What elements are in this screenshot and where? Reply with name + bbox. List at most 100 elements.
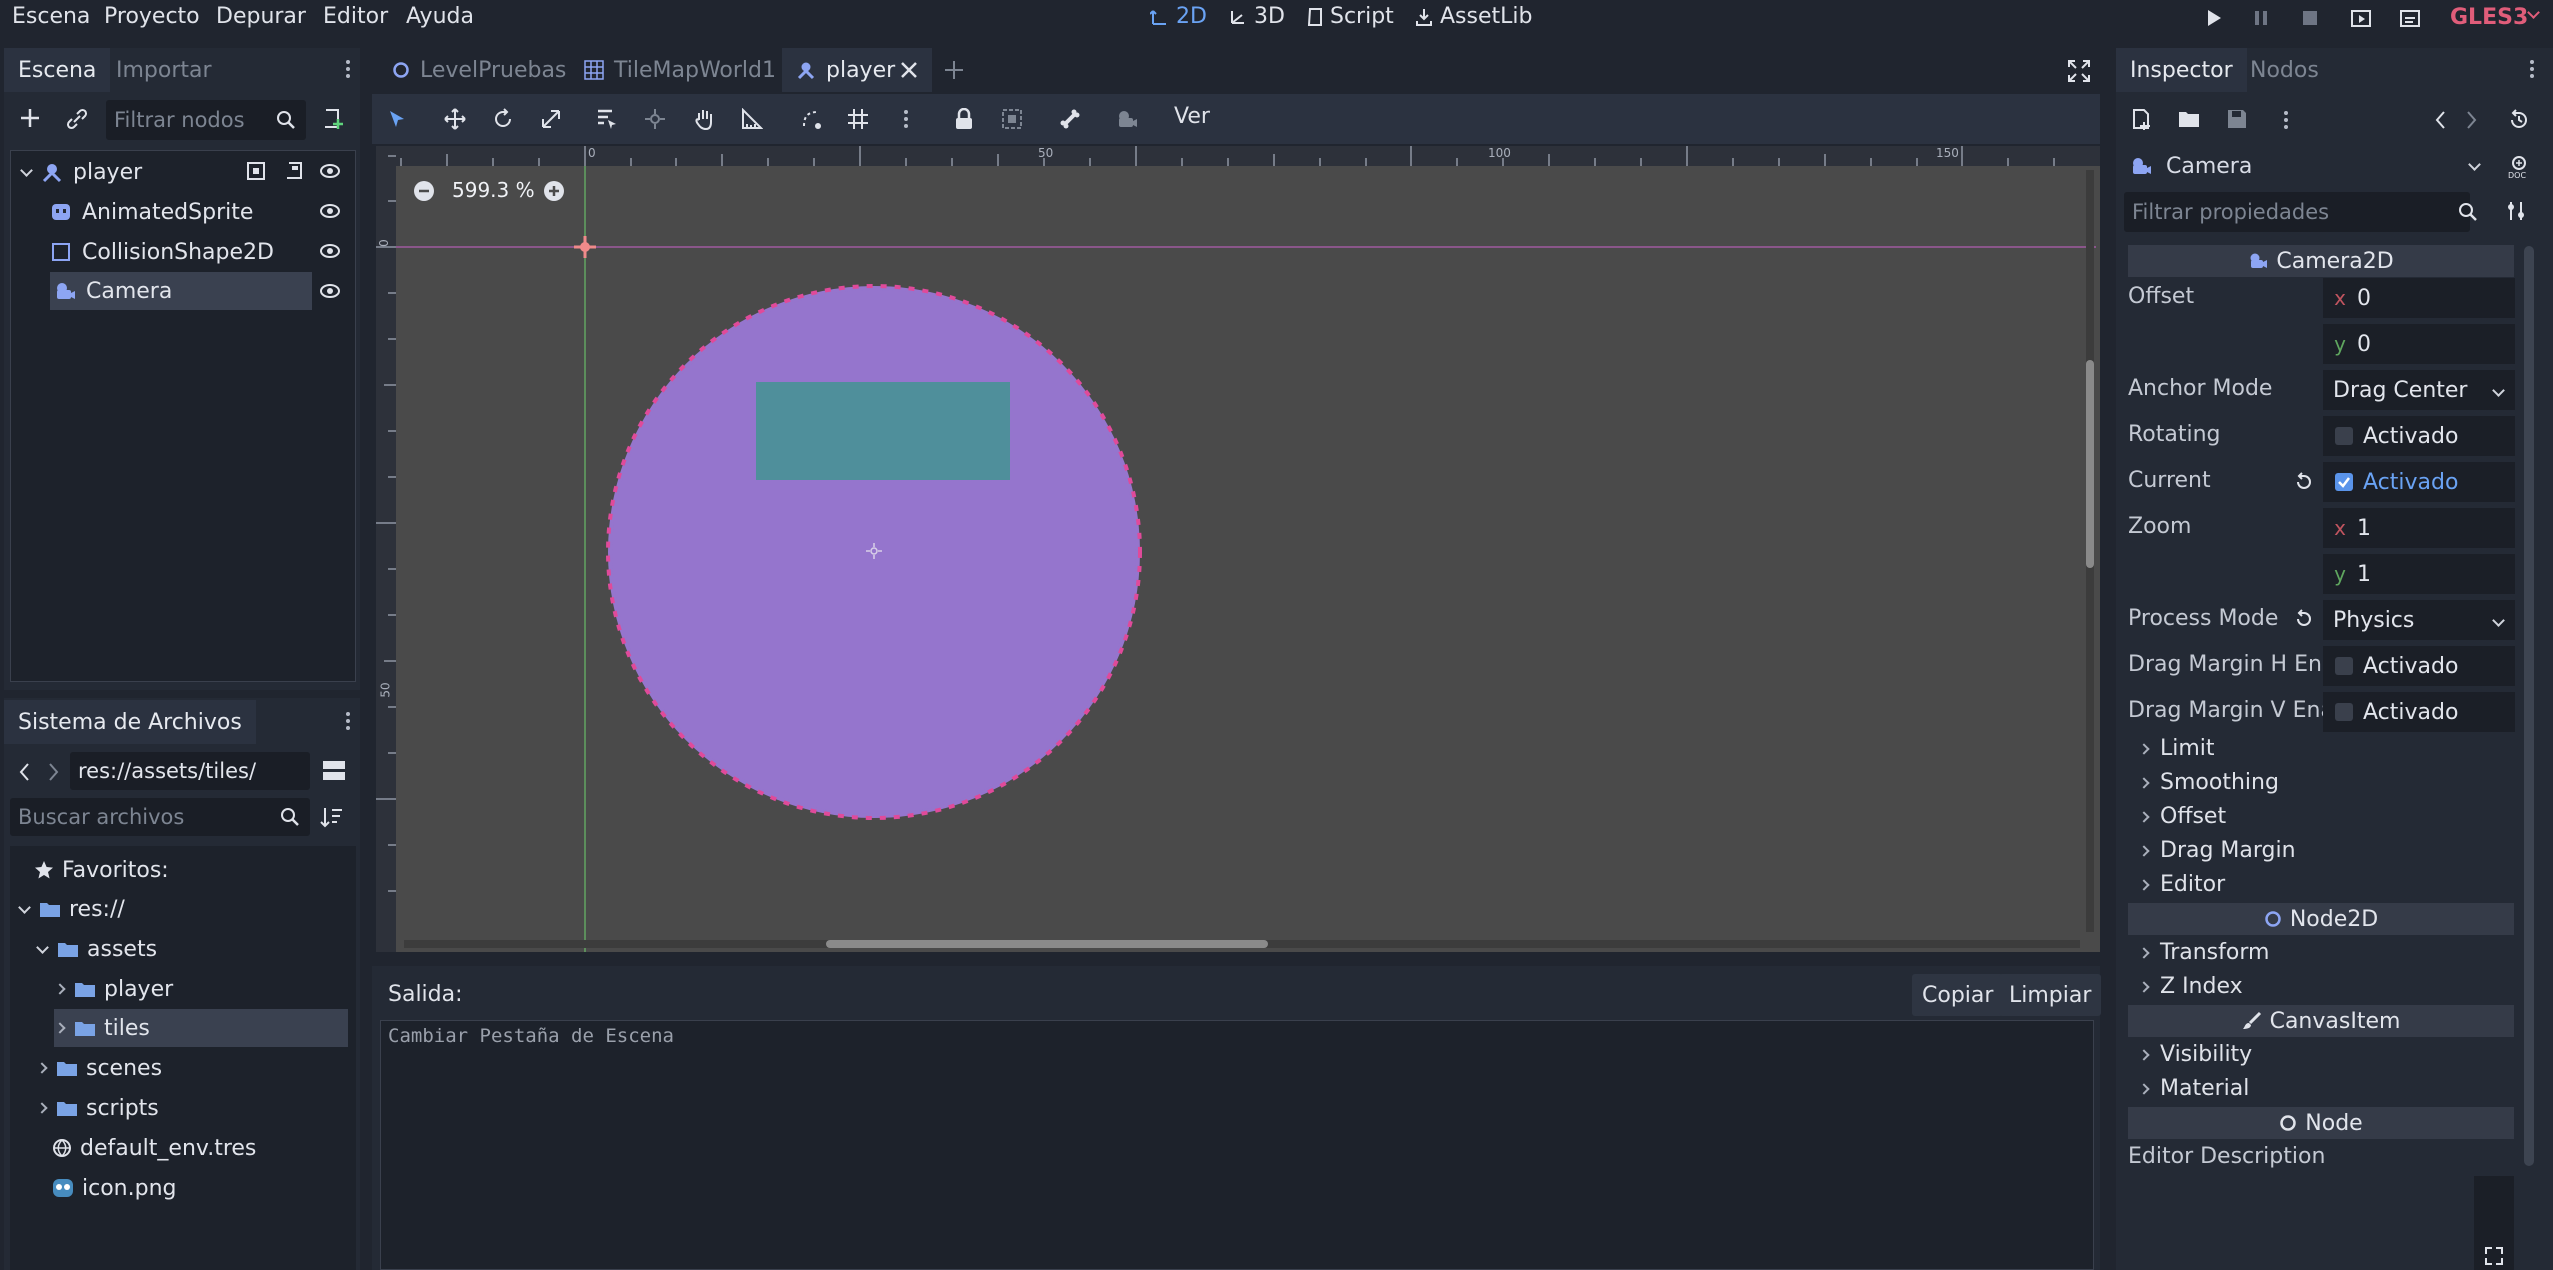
move-tool-button[interactable] <box>440 104 470 134</box>
group-z-index[interactable]: Z Index <box>2138 974 2243 999</box>
origin-marker-icon[interactable] <box>572 234 598 260</box>
filter-properties-input[interactable]: Filtrar propiedades <box>2124 192 2470 232</box>
sort-icon[interactable] <box>320 806 344 828</box>
collision-shape-rect[interactable] <box>756 382 1010 480</box>
offset-y-field[interactable]: y0 <box>2323 324 2515 364</box>
group-limit[interactable]: Limit <box>2138 736 2215 761</box>
group-offset[interactable]: Offset <box>2138 804 2226 829</box>
inspector-scrollbar[interactable] <box>2524 246 2534 1166</box>
group-icon[interactable] <box>246 161 266 181</box>
folder-scenes[interactable]: scenes <box>36 1049 162 1087</box>
pause-icon[interactable] <box>2253 9 2269 27</box>
stop-icon[interactable] <box>2302 10 2318 26</box>
visibility-eye-icon[interactable] <box>320 244 340 258</box>
play-icon[interactable] <box>2206 9 2222 27</box>
mode-script-button[interactable]: Script <box>1306 4 1394 29</box>
doc-icon[interactable]: DOC <box>2506 155 2532 179</box>
pan-tool-button[interactable] <box>689 104 719 134</box>
vertical-scrollbar-thumb[interactable] <box>2086 360 2094 568</box>
visibility-eye-icon[interactable] <box>320 164 340 178</box>
inspector-menu-icon[interactable] <box>2530 57 2536 81</box>
search-files-input[interactable]: Buscar archivos <box>10 798 310 836</box>
attach-script-icon[interactable] <box>322 107 346 131</box>
rotating-checkbox[interactable]: Activado <box>2323 416 2515 456</box>
anchor-mode-select[interactable]: Drag Center <box>2323 370 2515 410</box>
bone-button[interactable] <box>1055 104 1085 134</box>
history-back-icon[interactable] <box>2434 110 2446 130</box>
ruler-tool-button[interactable] <box>737 104 767 134</box>
group-visibility[interactable]: Visibility <box>2138 1042 2252 1067</box>
mode-3d-button[interactable]: 3D <box>1228 4 1285 29</box>
folder-tiles[interactable]: tiles <box>54 1009 348 1047</box>
filesystem-menu-icon[interactable] <box>346 709 352 733</box>
folder-res[interactable]: res:// <box>18 890 125 928</box>
add-node-icon[interactable] <box>20 108 40 128</box>
mode-2d-button[interactable]: 2D <box>1150 4 1207 29</box>
menu-ayuda[interactable]: Ayuda <box>406 4 474 29</box>
group-drag-margin[interactable]: Drag Margin <box>2138 838 2296 863</box>
resource-menu-icon[interactable] <box>2284 108 2290 132</box>
scene-dock-menu-icon[interactable] <box>346 57 352 81</box>
lock-button[interactable] <box>949 104 979 134</box>
group-transform[interactable]: Transform <box>2138 940 2269 965</box>
drag-margin-h-checkbox[interactable]: Activado <box>2323 646 2515 686</box>
mode-assetlib-button[interactable]: AssetLib <box>1414 4 1532 29</box>
zoom-level[interactable]: 599.3 % <box>452 178 535 202</box>
tab-levelpruebas[interactable]: LevelPruebas <box>378 48 580 92</box>
pivot-tool-button[interactable] <box>640 104 670 134</box>
grid-snap-button[interactable] <box>843 104 873 134</box>
path-field[interactable]: res://assets/tiles/ <box>70 752 310 790</box>
folder-player[interactable]: player <box>54 970 173 1008</box>
new-resource-icon[interactable] <box>2130 108 2152 130</box>
tree-node-camera[interactable]: Camera <box>50 272 312 310</box>
menu-depurar[interactable]: Depurar <box>216 4 306 29</box>
tab-importar[interactable]: Importar <box>102 48 226 92</box>
group-button[interactable] <box>997 104 1027 134</box>
split-mode-icon[interactable] <box>322 760 346 782</box>
visibility-eye-icon[interactable] <box>320 204 340 218</box>
zoom-out-icon[interactable] <box>413 180 435 202</box>
process-mode-select[interactable]: Physics <box>2323 600 2515 640</box>
view-menu[interactable]: Ver <box>1174 104 1210 129</box>
tab-filesystem[interactable]: Sistema de Archivos <box>4 700 256 744</box>
group-editor[interactable]: Editor <box>2138 872 2225 897</box>
revert-icon[interactable] <box>2294 472 2314 492</box>
tree-node-animatedsprite[interactable]: AnimatedSprite <box>50 193 253 231</box>
tab-tilemapworld1[interactable]: TileMapWorld1 <box>570 48 790 92</box>
folder-assets[interactable]: assets <box>36 930 157 968</box>
smart-snap-button[interactable] <box>796 104 826 134</box>
scale-tool-button[interactable] <box>536 104 566 134</box>
tools-icon[interactable] <box>2506 200 2528 222</box>
revert-icon[interactable] <box>2294 609 2314 629</box>
current-checkbox[interactable]: Activado <box>2323 462 2515 502</box>
object-selector[interactable]: Camera <box>2124 148 2516 184</box>
camera-preview-button[interactable] <box>1112 104 1142 134</box>
open-folder-icon[interactable] <box>2178 109 2200 129</box>
menu-escena[interactable]: Escena <box>12 4 90 29</box>
rotate-tool-button[interactable] <box>488 104 518 134</box>
drag-margin-v-checkbox[interactable]: Activado <box>2323 692 2515 732</box>
zoom-in-icon[interactable] <box>543 180 565 202</box>
file-default-env[interactable]: default_env.tres <box>52 1129 256 1167</box>
close-tab-icon[interactable] <box>900 61 918 79</box>
horizontal-scrollbar-thumb[interactable] <box>826 940 1268 948</box>
visibility-eye-icon[interactable] <box>320 284 340 298</box>
link-icon[interactable] <box>66 108 88 130</box>
menu-editor[interactable]: Editor <box>323 4 388 29</box>
tab-escena[interactable]: Escena <box>4 48 111 92</box>
clear-button[interactable]: Limpiar <box>1999 974 2102 1016</box>
forward-icon[interactable] <box>48 762 60 782</box>
tab-inspector[interactable]: Inspector <box>2116 48 2247 92</box>
back-icon[interactable] <box>18 762 30 782</box>
script-attached-icon[interactable] <box>284 161 304 181</box>
group-material[interactable]: Material <box>2138 1076 2249 1101</box>
copy-button[interactable]: Copiar <box>1912 974 2004 1016</box>
history-forward-icon[interactable] <box>2466 110 2478 130</box>
distraction-free-icon[interactable] <box>2068 60 2090 82</box>
zoom-y-field[interactable]: y1 <box>2323 554 2515 594</box>
tree-node-collisionshape2d[interactable]: CollisionShape2D <box>50 233 274 271</box>
menu-proyecto[interactable]: Proyecto <box>104 4 200 29</box>
file-icon-png[interactable]: icon.png <box>52 1169 176 1207</box>
play-custom-scene-icon[interactable] <box>2399 8 2421 28</box>
new-tab-icon[interactable] <box>944 60 964 80</box>
